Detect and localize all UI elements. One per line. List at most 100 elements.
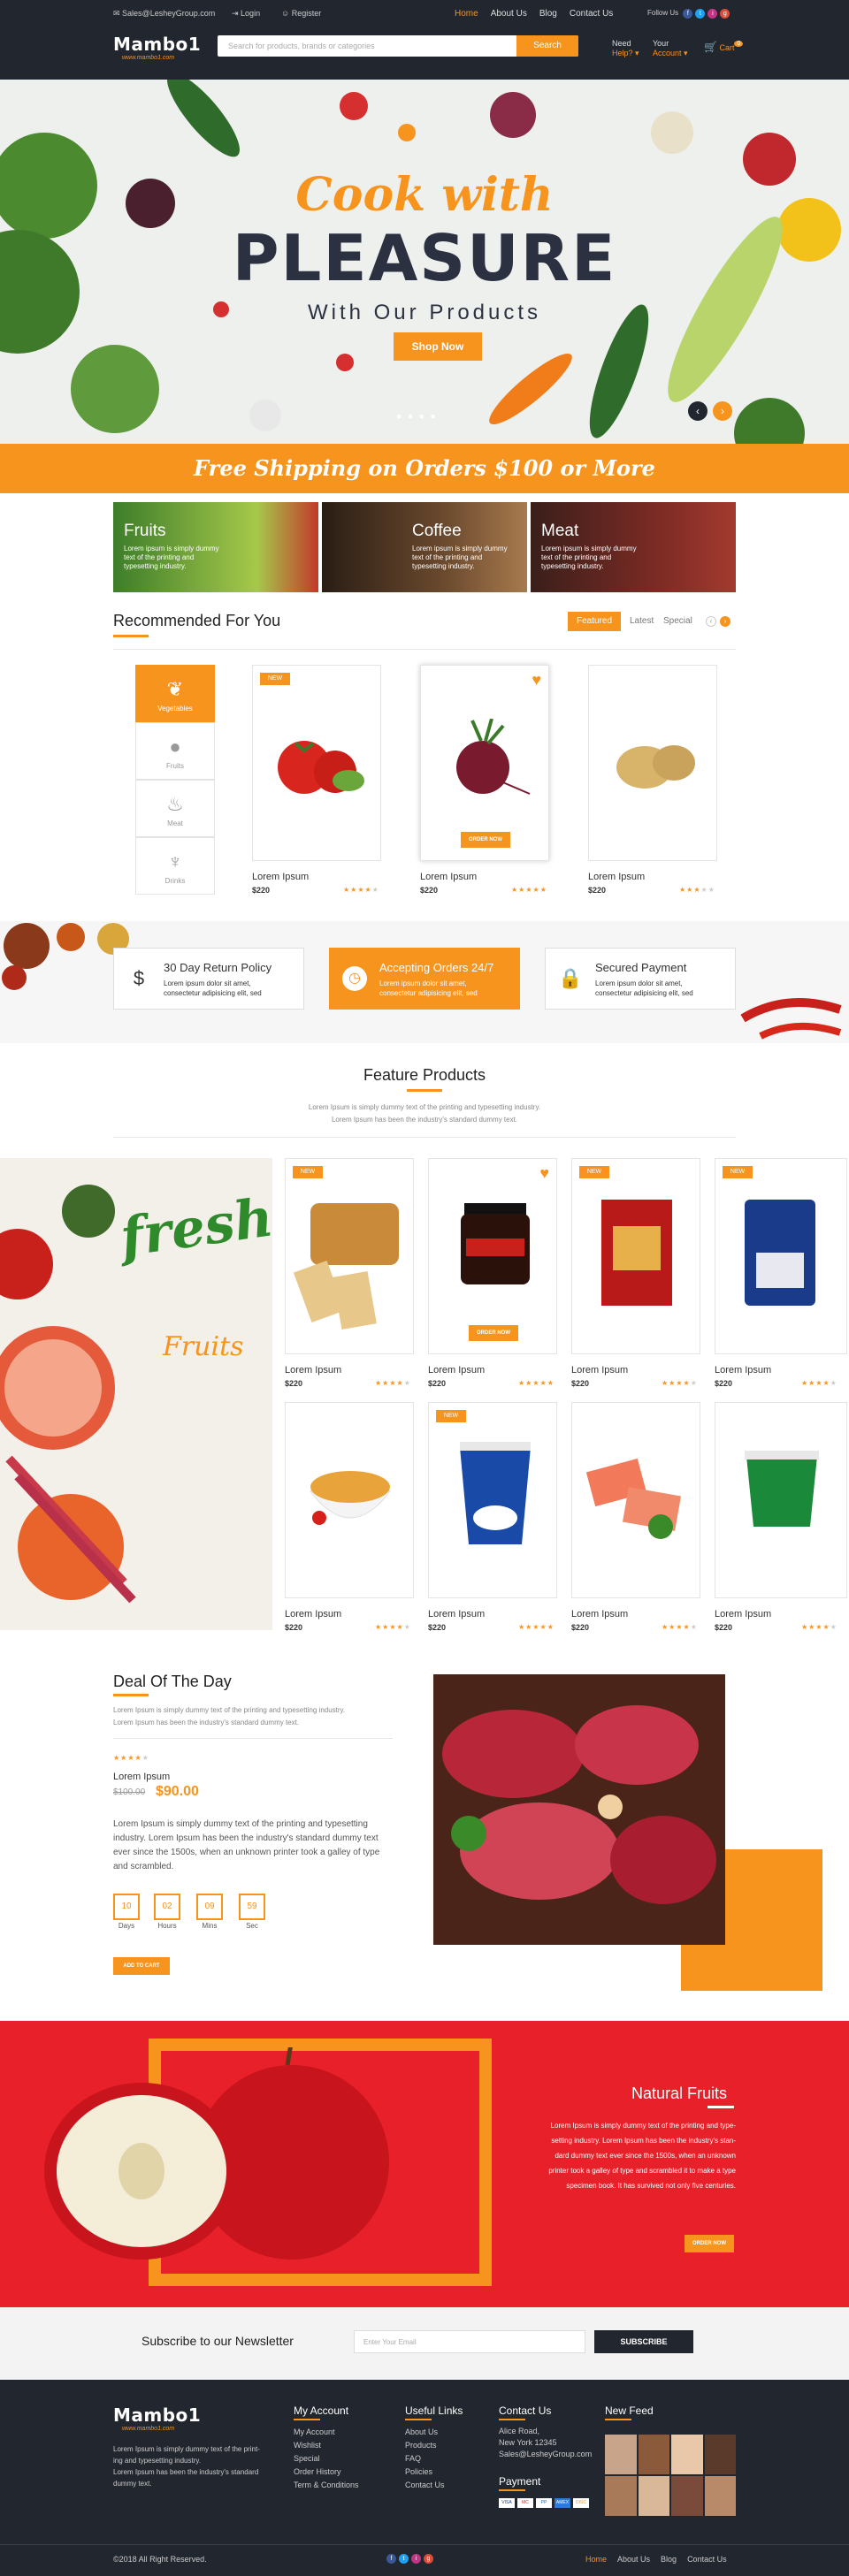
product-name[interactable]: Lorem Ipsum bbox=[285, 1365, 341, 1376]
hero-next-arrow[interactable]: › bbox=[713, 401, 732, 421]
rice-bag-image bbox=[745, 1200, 815, 1306]
feed-photo[interactable] bbox=[605, 2435, 637, 2474]
product-name[interactable]: Lorem Ipsum bbox=[588, 872, 645, 882]
feed-photo[interactable] bbox=[638, 2476, 669, 2516]
site-logo[interactable]: Mambo1 bbox=[113, 34, 201, 55]
feed-photo[interactable] bbox=[704, 2476, 736, 2516]
newsletter-email-input[interactable]: Enter Your Email bbox=[354, 2330, 585, 2353]
footer-link[interactable]: Order History bbox=[294, 2467, 341, 2476]
product-name[interactable]: Lorem Ipsum bbox=[715, 1365, 771, 1376]
tab-featured[interactable]: Featured bbox=[568, 612, 621, 631]
product-name[interactable]: Lorem Ipsum bbox=[571, 1365, 628, 1376]
nav-home[interactable]: Home bbox=[455, 9, 478, 19]
footer-nav-about[interactable]: About Us bbox=[617, 2555, 650, 2564]
hero-prev-arrow[interactable]: ‹ bbox=[688, 401, 708, 421]
footer-nav-contact[interactable]: Contact Us bbox=[687, 2555, 727, 2564]
product-card[interactable] bbox=[285, 1402, 414, 1598]
feed-photo[interactable] bbox=[605, 2476, 637, 2516]
product-name[interactable]: Lorem Ipsum bbox=[715, 1609, 771, 1620]
natural-order-button[interactable]: ORDER NOW bbox=[685, 2235, 734, 2252]
instagram-icon[interactable]: i bbox=[708, 9, 718, 19]
twitter-icon[interactable]: t bbox=[399, 2554, 409, 2564]
header-email[interactable]: ✉ Sales@LesheyGroup.com bbox=[113, 9, 215, 19]
google-plus-icon[interactable]: g bbox=[720, 9, 730, 19]
side-category-vegetables[interactable]: ❦ Vegetables bbox=[135, 665, 215, 722]
order-now-button[interactable]: ORDER NOW bbox=[469, 1325, 518, 1341]
product-card[interactable]: NEW bbox=[252, 665, 381, 861]
nav-blog[interactable]: Blog bbox=[539, 9, 557, 19]
footer-link[interactable]: Policies bbox=[405, 2467, 432, 2476]
footer-link[interactable]: About Us bbox=[405, 2427, 438, 2436]
footer-contact-line[interactable]: Sales@LesheyGroup.com bbox=[499, 2450, 592, 2458]
footer-nav-blog[interactable]: Blog bbox=[661, 2555, 677, 2564]
product-card[interactable]: NEW bbox=[428, 1402, 557, 1598]
category-meat[interactable]: Meat Lorem ipsum is simply dummy text of… bbox=[531, 502, 736, 592]
product-card[interactable]: NEW bbox=[715, 1158, 847, 1354]
product-name[interactable]: Lorem Ipsum bbox=[428, 1609, 485, 1620]
footer-link[interactable]: Products bbox=[405, 2441, 437, 2450]
search-button[interactable]: Search bbox=[516, 35, 578, 57]
footer-link[interactable]: Wishlist bbox=[294, 2441, 321, 2450]
salmon-image bbox=[585, 1458, 682, 1539]
footer-link[interactable]: Term & Conditions bbox=[294, 2481, 359, 2489]
search-input[interactable]: Search for products, brands or categorie… bbox=[228, 42, 375, 50]
product-card[interactable] bbox=[571, 1402, 700, 1598]
product-card[interactable]: NEW bbox=[571, 1158, 700, 1354]
need-help[interactable]: Need Help? ▾ bbox=[612, 39, 639, 58]
natural-line: Lorem Ipsum is simply dummy text of the … bbox=[550, 2122, 736, 2130]
product-card[interactable]: ♥ ORDER NOW bbox=[428, 1158, 557, 1354]
tab-special[interactable]: Special bbox=[663, 616, 692, 626]
tabs-prev-arrow[interactable]: ‹ bbox=[706, 616, 716, 627]
feed-photo[interactable] bbox=[638, 2435, 669, 2474]
product-card[interactable] bbox=[715, 1402, 847, 1598]
feed-photo[interactable] bbox=[704, 2435, 736, 2474]
deal-product-name[interactable]: Lorem Ipsum bbox=[113, 1772, 170, 1782]
google-plus-icon[interactable]: g bbox=[424, 2554, 433, 2564]
login-link[interactable]: ⇥ Login bbox=[232, 9, 260, 19]
product-name[interactable]: Lorem Ipsum bbox=[252, 872, 309, 882]
account-menu[interactable]: Your Account ▾ bbox=[653, 39, 688, 58]
tabs-next-arrow[interactable]: › bbox=[720, 616, 730, 627]
product-card[interactable]: NEW bbox=[285, 1158, 414, 1354]
product-name[interactable]: Lorem Ipsum bbox=[428, 1365, 485, 1376]
tab-latest[interactable]: Latest bbox=[630, 616, 654, 626]
instagram-icon[interactable]: i bbox=[411, 2554, 421, 2564]
footer-link[interactable]: Contact Us bbox=[405, 2481, 445, 2489]
cart-button[interactable]: 🛒 Cart 0 bbox=[704, 41, 744, 54]
heart-icon[interactable]: ♥ bbox=[532, 671, 541, 690]
deal-line: and scrambled. bbox=[113, 1862, 174, 1871]
footer-link[interactable]: My Account bbox=[294, 2427, 335, 2436]
feed-photo[interactable] bbox=[671, 2435, 703, 2474]
category-fruits[interactable]: Fruits Lorem ipsum is simply dummy text … bbox=[113, 502, 318, 592]
heart-icon[interactable]: ♥ bbox=[539, 1164, 549, 1183]
product-name[interactable]: Lorem Ipsum bbox=[420, 872, 477, 882]
footer-logo[interactable]: Mambo1 bbox=[113, 2405, 201, 2426]
shop-now-button[interactable]: Shop Now bbox=[394, 332, 482, 361]
subscribe-button[interactable]: SUBSCRIBE bbox=[594, 2330, 693, 2353]
footer-link[interactable]: Special bbox=[294, 2454, 320, 2463]
side-category-fruits[interactable]: ● Fruits bbox=[135, 722, 215, 780]
twitter-icon[interactable]: t bbox=[695, 9, 706, 19]
product-name[interactable]: Lorem Ipsum bbox=[571, 1609, 628, 1620]
order-now-button[interactable]: ORDER NOW bbox=[461, 832, 510, 848]
category-coffee[interactable]: Coffee Lorem ipsum is simply dummy text … bbox=[322, 502, 527, 592]
feed-photo[interactable] bbox=[671, 2476, 703, 2516]
facebook-icon[interactable]: f bbox=[683, 9, 693, 19]
side-category-drinks[interactable]: ♆ Drinks bbox=[135, 837, 215, 895]
nav-contact[interactable]: Contact Us bbox=[570, 9, 613, 19]
product-price: $220 bbox=[428, 1623, 447, 1632]
hero-slider-dots[interactable]: ● ● ● ● bbox=[396, 412, 438, 422]
facebook-icon[interactable]: f bbox=[386, 2554, 396, 2564]
section-divider bbox=[113, 649, 736, 650]
side-category-meat[interactable]: ♨ Meat bbox=[135, 780, 215, 837]
nav-about[interactable]: About Us bbox=[491, 9, 527, 19]
footer-account-title: My Account bbox=[294, 2405, 349, 2417]
rating-stars: ★★★★★ bbox=[113, 1754, 149, 1762]
product-card[interactable]: ♥ ORDER NOW bbox=[420, 665, 549, 861]
add-to-cart-button[interactable]: ADD TO CART bbox=[113, 1957, 170, 1975]
register-link[interactable]: ☺ Register bbox=[281, 9, 321, 18]
product-name[interactable]: Lorem Ipsum bbox=[285, 1609, 341, 1620]
footer-nav-home[interactable]: Home bbox=[585, 2555, 607, 2564]
footer-link[interactable]: FAQ bbox=[405, 2454, 421, 2463]
product-card[interactable] bbox=[588, 665, 717, 861]
